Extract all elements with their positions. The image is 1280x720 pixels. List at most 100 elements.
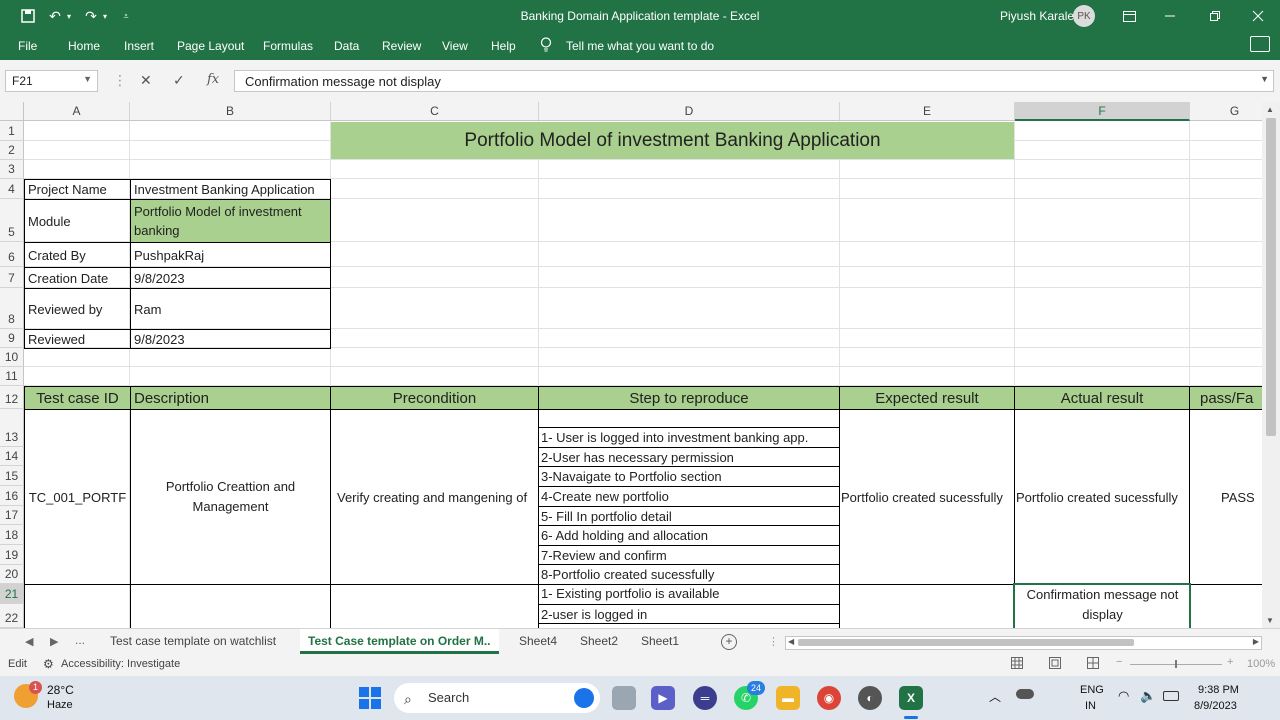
row-header[interactable]: 4 <box>0 179 24 199</box>
close-icon[interactable] <box>1246 4 1270 28</box>
chevron-down-icon[interactable]: ▼ <box>83 74 92 84</box>
enter-icon[interactable]: ✓ <box>173 72 185 89</box>
info-label[interactable]: Creation Date <box>24 267 131 289</box>
header-pass-fail[interactable]: pass/Fa <box>1189 386 1262 410</box>
row-header[interactable]: 1 <box>0 121 24 141</box>
media-app-icon[interactable]: ═ <box>693 686 717 710</box>
tc1-step[interactable]: 2-User has necessary permission <box>538 447 839 467</box>
row-header[interactable]: 5 <box>0 199 24 242</box>
scroll-right-icon[interactable]: ▶ <box>1253 637 1259 646</box>
zoom-in-icon[interactable]: + <box>1227 656 1233 668</box>
info-value[interactable]: Investment Banking Application <box>130 179 331 200</box>
header-description[interactable]: Description <box>130 386 331 410</box>
info-label[interactable]: Reviewed <box>24 329 131 349</box>
row-header[interactable]: 18 <box>0 525 24 545</box>
menu-file[interactable]: File <box>18 39 37 53</box>
scroll-up-icon[interactable]: ▲ <box>1266 105 1274 114</box>
column-header-d[interactable]: D <box>539 102 840 121</box>
tc1-step[interactable]: 1- User is logged into investment bankin… <box>538 427 839 447</box>
info-value[interactable]: 9/8/2023 <box>130 267 331 289</box>
info-label[interactable]: Module <box>24 199 131 243</box>
normal-view-icon[interactable] <box>1011 657 1023 672</box>
tc2-precondition[interactable] <box>330 584 539 628</box>
task-view-icon[interactable] <box>612 686 636 710</box>
info-label[interactable]: Crated By <box>24 242 131 268</box>
info-value[interactable]: 9/8/2023 <box>130 329 331 349</box>
row-header[interactable]: 19 <box>0 545 24 565</box>
tc1-id[interactable]: TC_001_PORTF <box>24 409 131 585</box>
tc1-step[interactable]: 6- Add holding and allocation <box>538 525 839 545</box>
teams-icon[interactable]: ▶ <box>651 686 675 710</box>
clock-time[interactable]: 9:38 PM <box>1198 684 1239 696</box>
excel-icon[interactable]: X <box>899 686 923 710</box>
zoom-level[interactable]: 100% <box>1247 658 1275 670</box>
row-header[interactable]: 17 <box>0 506 24 525</box>
header-test-case-id[interactable]: Test case ID <box>24 386 131 410</box>
tab-sheet2[interactable]: Sheet2 <box>572 629 626 654</box>
header-expected[interactable]: Expected result <box>839 386 1015 410</box>
tc1-description[interactable]: Portfolio Creattion and Management <box>130 409 331 585</box>
file-explorer-icon[interactable]: ▬ <box>776 686 800 710</box>
zoom-slider-thumb[interactable] <box>1175 660 1177 668</box>
row-header[interactable]: 21 <box>0 584 24 604</box>
weather-widget[interactable]: 1 28°C Haze <box>14 681 104 714</box>
accessibility-status[interactable]: Accessibility: Investigate <box>61 658 180 670</box>
column-header-e[interactable]: E <box>840 102 1015 121</box>
tc2-expected[interactable] <box>839 584 1015 628</box>
tc1-step[interactable]: 4-Create new portfolio <box>538 486 839 506</box>
info-value[interactable]: Ram <box>130 288 331 330</box>
tc2-status[interactable] <box>1189 584 1262 628</box>
page-break-view-icon[interactable] <box>1087 657 1099 672</box>
tc1-step[interactable]: 5- Fill In portfolio detail <box>538 506 839 526</box>
row-header[interactable]: 9 <box>0 329 24 348</box>
active-cell-selection[interactable] <box>1013 583 1191 628</box>
tc1-expected[interactable]: Portfolio created sucessfully <box>839 409 1015 585</box>
tell-me-search[interactable]: Tell me what you want to do <box>566 39 714 53</box>
column-header-a[interactable]: A <box>24 102 130 121</box>
menu-help[interactable]: Help <box>491 39 516 53</box>
cancel-icon[interactable]: ✕ <box>140 72 152 89</box>
row-header[interactable]: 8 <box>0 288 24 329</box>
tab-prev-icon[interactable]: ◀ <box>25 635 33 648</box>
formula-input[interactable]: Confirmation message not display ▼ <box>234 70 1274 92</box>
tab-sheet1[interactable]: Sheet1 <box>633 629 687 654</box>
chrome-icon[interactable]: ◉ <box>817 686 841 710</box>
restore-icon[interactable] <box>1203 4 1227 28</box>
wifi-icon[interactable]: ◠ <box>1118 688 1129 704</box>
menu-insert[interactable]: Insert <box>124 39 154 53</box>
row-header[interactable]: 15 <box>0 466 24 486</box>
tab-splitter-icon[interactable]: ⋮ <box>768 635 779 648</box>
menu-data[interactable]: Data <box>334 39 359 53</box>
info-label[interactable]: Reviewed by <box>24 288 131 330</box>
header-actual[interactable]: Actual result <box>1014 386 1190 410</box>
zoom-out-icon[interactable]: − <box>1116 656 1122 668</box>
row-header[interactable]: 22 <box>0 604 24 628</box>
row-header[interactable]: 7 <box>0 267 24 288</box>
menu-home[interactable]: Home <box>68 39 100 53</box>
header-steps[interactable]: Step to reproduce <box>538 386 840 410</box>
tc1-step[interactable]: 7-Review and confirm <box>538 545 839 565</box>
header-precondition[interactable]: Precondition <box>330 386 539 410</box>
tc1-step[interactable]: 3-Navaigate to Portfolio section <box>538 466 839 486</box>
column-header-g[interactable]: G <box>1190 102 1262 121</box>
row-header[interactable]: 2 <box>0 141 24 160</box>
tc1-precondition[interactable]: Verify creating and mangening of <box>330 409 539 585</box>
avatar[interactable]: PK <box>1073 5 1095 27</box>
spreadsheet-grid[interactable]: A B C D E F G 1 2 3 4 5 6 7 8 9 10 11 12… <box>0 102 1262 628</box>
vertical-scroll-thumb[interactable] <box>1266 118 1276 436</box>
accessibility-icon[interactable]: ⚙ <box>43 657 54 671</box>
info-label[interactable]: Project Name <box>24 179 131 200</box>
tab-order-m[interactable]: Test Case template on Order M.. <box>300 629 499 654</box>
select-all-button[interactable] <box>0 102 24 121</box>
row-header[interactable]: 16 <box>0 486 24 506</box>
tab-sheet4[interactable]: Sheet4 <box>511 629 565 654</box>
language-top[interactable]: ENG <box>1080 684 1104 696</box>
app-icon[interactable]: ◐ <box>858 686 882 710</box>
horizontal-scrollbar[interactable]: ◀ ▶ <box>785 636 1262 650</box>
tab-watchlist[interactable]: Test case template on watchlist <box>102 629 284 654</box>
page-layout-view-icon[interactable] <box>1049 657 1061 672</box>
vertical-scrollbar[interactable]: ▲ ▼ <box>1262 102 1280 628</box>
horizontal-scroll-thumb[interactable] <box>798 639 1134 646</box>
tab-next-icon[interactable]: ▶ <box>50 635 58 648</box>
tc1-step[interactable]: 8-Portfolio created sucessfully <box>538 564 839 584</box>
